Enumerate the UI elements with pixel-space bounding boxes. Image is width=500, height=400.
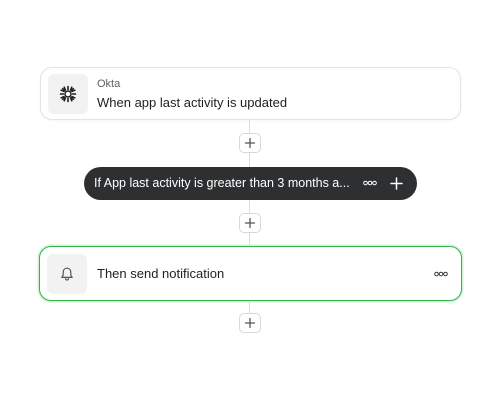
action-icon-box — [47, 254, 87, 294]
condition-text: If App last activity is greater than 3 m… — [94, 176, 350, 190]
more-dots-icon — [434, 271, 448, 277]
condition-add-button[interactable] — [388, 175, 404, 191]
condition-more-button[interactable] — [360, 176, 380, 190]
add-step-button[interactable] — [239, 213, 261, 233]
condition-pill[interactable]: If App last activity is greater than 3 m… — [84, 167, 417, 200]
connector-line — [249, 301, 250, 313]
trigger-title: When app last activity is updated — [97, 95, 288, 110]
more-dots-icon — [363, 180, 377, 186]
action-card[interactable]: Then send notification — [39, 246, 462, 301]
trigger-card[interactable]: Okta When app last activity is updated — [40, 67, 461, 120]
plus-icon — [244, 317, 256, 329]
plus-icon — [244, 137, 256, 149]
action-more-button[interactable] — [431, 267, 451, 281]
add-step-button[interactable] — [239, 313, 261, 333]
add-step-button[interactable] — [239, 133, 261, 153]
plus-icon — [389, 176, 403, 190]
action-title: Then send notification — [97, 266, 225, 281]
plus-icon — [244, 217, 256, 229]
bell-icon — [61, 267, 73, 281]
trigger-app-name: Okta — [97, 78, 121, 90]
trigger-icon-box — [48, 74, 88, 114]
okta-sunburst-icon — [59, 85, 77, 103]
